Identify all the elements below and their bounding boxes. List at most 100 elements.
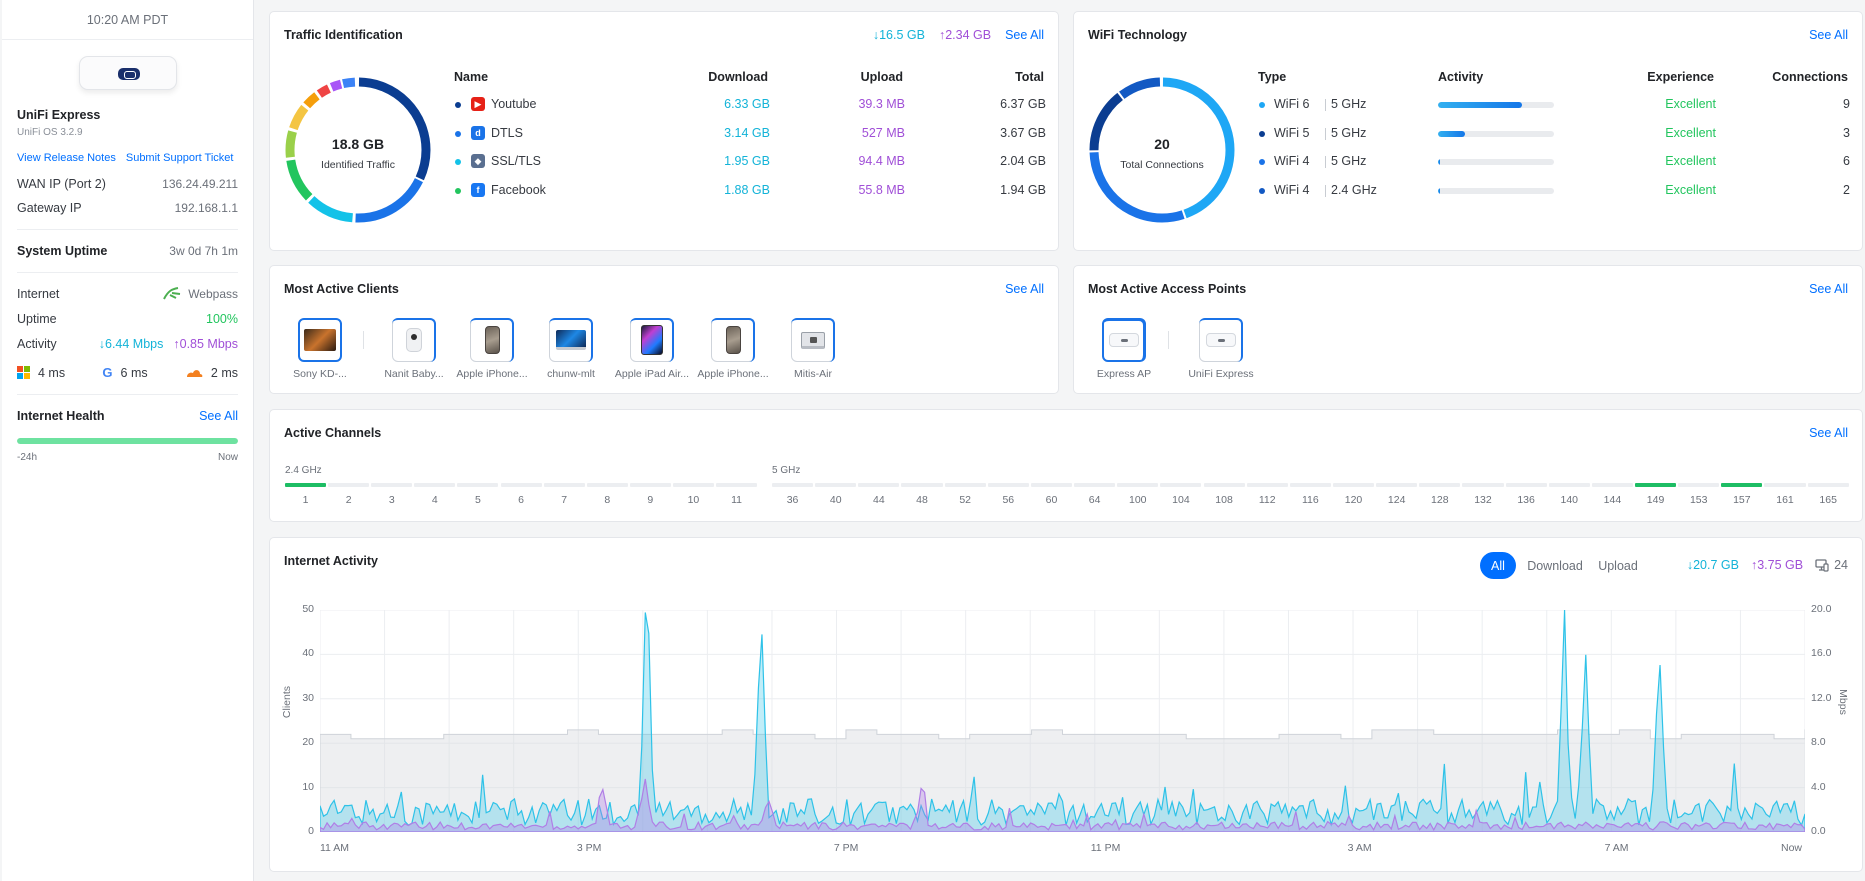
release-notes-link[interactable]: View Release Notes <box>17 152 116 164</box>
channel-bar <box>1505 483 1547 487</box>
filter-upload-button[interactable]: Upload <box>1592 552 1644 579</box>
filter-download-button[interactable]: Download <box>1522 552 1588 579</box>
channel-number[interactable]: 165 <box>1808 494 1849 506</box>
channel-number[interactable]: 124 <box>1376 494 1417 506</box>
client-label: Sony KD-... <box>293 368 347 380</box>
wifi-col-connections[interactable]: Connections <box>1772 70 1848 84</box>
activity-download: ↓6.44 Mbps <box>98 337 164 351</box>
channel-number[interactable]: 6 <box>501 494 542 506</box>
channel-number[interactable]: 4 <box>414 494 455 506</box>
channel-number[interactable]: 157 <box>1721 494 1762 506</box>
wifi-row[interactable]: WiFi 6 5 GHz Excellent 9 <box>1074 96 1864 116</box>
support-ticket-link[interactable]: Submit Support Ticket <box>126 152 234 164</box>
client-item[interactable]: Mitis-Air <box>775 318 851 380</box>
channel-number[interactable]: 144 <box>1592 494 1633 506</box>
ap-item[interactable]: Express AP <box>1086 318 1162 380</box>
activity-chart[interactable] <box>320 610 1805 832</box>
traffic-row[interactable]: d DTLS 3.14 GB 527 MB 3.67 GB <box>270 125 1060 145</box>
divider <box>1325 99 1326 111</box>
channel-number[interactable]: 3 <box>371 494 412 506</box>
channel-bar <box>1030 483 1073 487</box>
filter-all-button[interactable]: All <box>1480 552 1516 579</box>
channel-number[interactable]: 7 <box>544 494 585 506</box>
internet-health-header: Internet Health See All <box>17 409 238 423</box>
channel-number[interactable]: 40 <box>815 494 856 506</box>
channel-number[interactable]: 9 <box>630 494 671 506</box>
wifi-col-activity[interactable]: Activity <box>1438 70 1483 84</box>
channel-number[interactable]: 153 <box>1678 494 1719 506</box>
wifi-row[interactable]: WiFi 5 5 GHz Excellent 3 <box>1074 125 1864 145</box>
latency-row: 4 ms G 6 ms 2 ms <box>17 365 238 380</box>
channel-bar <box>944 483 986 487</box>
traffic-row[interactable]: ▶ Youtube 6.33 GB 39.3 MB 6.37 GB <box>270 96 1060 116</box>
wifi-see-all[interactable]: See All <box>1809 28 1848 42</box>
traffic-col-name[interactable]: Name <box>454 70 488 84</box>
traffic-download: 1.88 GB <box>724 182 770 197</box>
channels-card: Active Channels See All 2.4 GHz 5 GHz 12… <box>269 409 1863 522</box>
channel-number[interactable]: 52 <box>945 494 986 506</box>
activity-total-upload: ↑3.75 GB <box>1750 558 1804 572</box>
client-item[interactable]: Sony KD-... <box>282 318 358 380</box>
traffic-download: 6.33 GB <box>724 97 770 111</box>
channel-number[interactable]: 10 <box>673 494 714 506</box>
channel-number[interactable]: 56 <box>988 494 1029 506</box>
channel-number[interactable]: 112 <box>1247 494 1288 506</box>
channel-number[interactable]: 132 <box>1462 494 1503 506</box>
clients-see-all[interactable]: See All <box>1005 282 1044 296</box>
channel-number[interactable]: 108 <box>1204 494 1245 506</box>
traffic-col-download[interactable]: Download <box>708 70 768 84</box>
channel-number[interactable]: 8 <box>587 494 628 506</box>
channel-bar <box>815 483 857 487</box>
isp-logo-icon <box>163 287 181 300</box>
app-icon: d <box>471 125 485 140</box>
channels-see-all[interactable]: See All <box>1809 426 1848 440</box>
channel-bar <box>543 483 585 487</box>
channel-number[interactable]: 104 <box>1160 494 1201 506</box>
client-item[interactable]: Apple iPhone... <box>695 318 771 380</box>
channel-number[interactable]: 140 <box>1549 494 1590 506</box>
channel-number[interactable]: 136 <box>1506 494 1547 506</box>
channel-number[interactable]: 44 <box>858 494 899 506</box>
channel-number[interactable]: 36 <box>772 494 813 506</box>
channel-number[interactable]: 161 <box>1764 494 1805 506</box>
channel-number[interactable]: 11 <box>716 494 757 506</box>
client-item[interactable]: Nanit Baby... <box>376 318 452 380</box>
traffic-row[interactable]: ◆ SSL/TLS 1.95 GB 94.4 MB 2.04 GB <box>270 153 1060 173</box>
wifi-col-experience[interactable]: Experience <box>1647 70 1714 84</box>
channel-number[interactable]: 2 <box>328 494 369 506</box>
client-item[interactable]: Apple iPhone... <box>454 318 530 380</box>
row-bullet <box>455 130 461 137</box>
wifi-connections: 6 <box>1843 154 1850 168</box>
client-item[interactable]: Apple iPad Air... <box>614 318 690 380</box>
wifi-col-type[interactable]: Type <box>1258 70 1286 84</box>
traffic-row[interactable]: f Facebook 1.88 GB 55.8 MB 1.94 GB <box>270 182 1060 202</box>
traffic-col-upload[interactable]: Upload <box>861 70 903 84</box>
ap-item[interactable]: UniFi Express <box>1176 318 1266 380</box>
traffic-col-total[interactable]: Total <box>1015 70 1044 84</box>
channel-number[interactable]: 116 <box>1290 494 1331 506</box>
wifi-row[interactable]: WiFi 4 5 GHz Excellent 6 <box>1074 153 1864 173</box>
channel-number[interactable]: 120 <box>1333 494 1374 506</box>
channel-bar <box>716 483 758 487</box>
traffic-see-all[interactable]: See All <box>1005 28 1044 42</box>
activity-card: Internet Activity All Download Upload ↓2… <box>269 537 1863 872</box>
channel-number[interactable]: 100 <box>1117 494 1158 506</box>
channel-bar <box>1764 483 1806 487</box>
wifi-row[interactable]: WiFi 4 2.4 GHz Excellent 2 <box>1074 182 1864 202</box>
channel-number[interactable]: 5 <box>457 494 498 506</box>
channel-number[interactable]: 64 <box>1074 494 1115 506</box>
channel-number[interactable]: 48 <box>901 494 942 506</box>
channel-number[interactable]: 128 <box>1419 494 1460 506</box>
channel-bar <box>414 483 456 487</box>
client-item[interactable]: chunw-mlt <box>533 318 609 380</box>
internet-uptime-row: Uptime 100% <box>17 312 238 326</box>
aps-see-all[interactable]: See All <box>1809 282 1848 296</box>
channel-number[interactable]: 149 <box>1635 494 1676 506</box>
channel-number[interactable]: 60 <box>1031 494 1072 506</box>
channel-number[interactable]: 1 <box>285 494 326 506</box>
isp-name: Webpass <box>188 287 238 301</box>
internet-health-see-all[interactable]: See All <box>199 409 238 423</box>
traffic-total-download: ↓16.5 GB <box>872 28 925 42</box>
health-end: Now <box>217 452 238 463</box>
x-axis-tick: 7 AM <box>1604 842 1629 854</box>
